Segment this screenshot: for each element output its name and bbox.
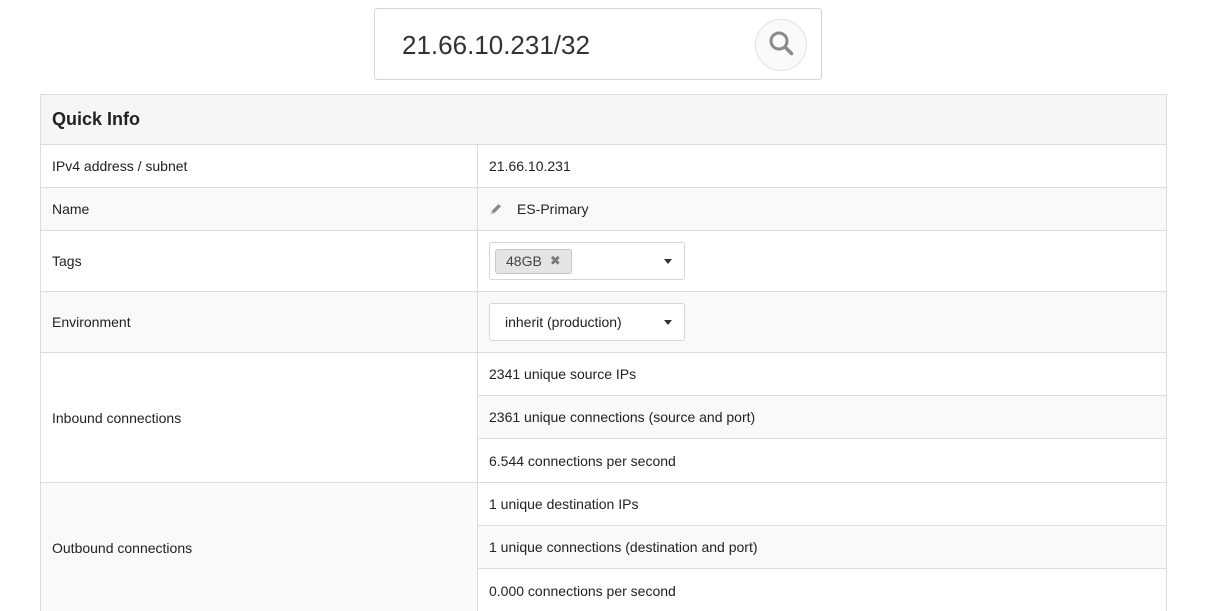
inbound-item: 2341 unique source IPs bbox=[478, 353, 1166, 396]
chevron-down-icon[interactable] bbox=[664, 320, 672, 325]
inbound-item: 2361 unique connections (source and port… bbox=[478, 396, 1166, 439]
chevron-down-icon[interactable] bbox=[664, 259, 672, 264]
environment-select[interactable]: inherit (production) bbox=[489, 303, 685, 341]
row-inbound: Inbound connections 2341 unique source I… bbox=[41, 353, 1166, 483]
row-environment: Environment inherit (production) bbox=[41, 292, 1166, 353]
tags-select[interactable]: 48GB ✖ bbox=[489, 242, 685, 280]
outbound-item: 0.000 connections per second bbox=[489, 582, 676, 599]
environment-value: inherit (production) bbox=[505, 314, 622, 330]
row-ip: IPv4 address / subnet 21.66.10.231 bbox=[41, 145, 1166, 188]
environment-cell: inherit (production) bbox=[478, 292, 1166, 352]
environment-label: Environment bbox=[41, 292, 478, 352]
outbound-list: 1 unique destination IPs 1 unique connec… bbox=[478, 483, 1166, 611]
search-input[interactable] bbox=[402, 25, 742, 65]
pencil-icon[interactable] bbox=[489, 202, 503, 216]
inbound-item: 6.544 connections per second bbox=[489, 452, 676, 469]
name-value[interactable]: ES-Primary bbox=[517, 201, 589, 217]
ip-label: IPv4 address / subnet bbox=[41, 145, 478, 187]
tags-label: Tags bbox=[41, 231, 478, 291]
name-label: Name bbox=[41, 188, 478, 230]
outbound-label: Outbound connections bbox=[41, 483, 478, 611]
quick-info-panel: Quick Info IPv4 address / subnet 21.66.1… bbox=[40, 94, 1167, 611]
row-outbound: Outbound connections 1 unique destinatio… bbox=[41, 483, 1166, 611]
tags-cell: 48GB ✖ bbox=[478, 231, 1166, 291]
inbound-list: 2341 unique source IPs 2361 unique conne… bbox=[478, 353, 1166, 482]
search-button[interactable] bbox=[755, 19, 807, 71]
outbound-item: 1 unique connections (destination and po… bbox=[478, 526, 1166, 569]
row-name: Name ES-Primary bbox=[41, 188, 1166, 231]
search-box bbox=[374, 8, 822, 80]
panel-title: Quick Info bbox=[52, 109, 141, 129]
outbound-item: 1 unique destination IPs bbox=[478, 483, 1166, 526]
panel-header: Quick Info bbox=[41, 95, 1166, 145]
name-cell: ES-Primary bbox=[478, 188, 1166, 230]
ip-value: 21.66.10.231 bbox=[489, 158, 571, 174]
row-tags: Tags 48GB ✖ bbox=[41, 231, 1166, 292]
tag-chip: 48GB ✖ bbox=[495, 248, 572, 274]
tag-remove-icon[interactable]: ✖ bbox=[550, 253, 561, 269]
inbound-label: Inbound connections bbox=[41, 353, 478, 482]
tag-chip-label: 48GB bbox=[506, 253, 542, 269]
search-icon bbox=[768, 30, 794, 61]
